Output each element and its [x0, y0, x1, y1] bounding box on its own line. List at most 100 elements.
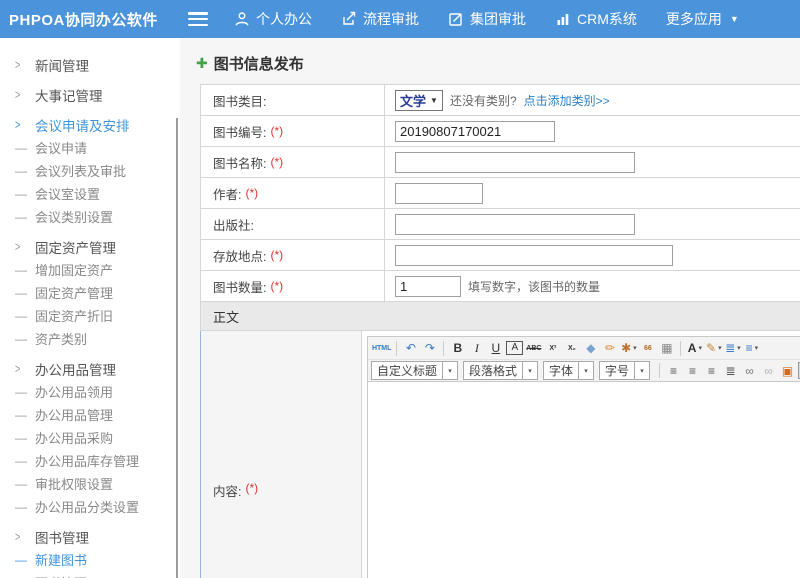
- unlink-icon[interactable]: ∞: [760, 362, 777, 379]
- blockquote-icon[interactable]: 66: [639, 340, 656, 357]
- subscript-icon[interactable]: X₂: [563, 340, 580, 357]
- form-text-input[interactable]: [395, 183, 483, 204]
- add-category-link[interactable]: 点击添加类别>>: [524, 92, 610, 109]
- sidebar-item[interactable]: —图书管理: [0, 571, 180, 578]
- caret-down-icon: ▾: [718, 345, 722, 352]
- unordered-list-icon[interactable]: ≡▾: [743, 340, 760, 357]
- nav-crm-system[interactable]: CRM系统: [555, 9, 637, 29]
- chevron-right-icon: >: [15, 529, 29, 544]
- font-box-icon[interactable]: A: [506, 341, 523, 355]
- sidebar-item[interactable]: —固定资产折旧: [0, 304, 180, 327]
- html-source-icon[interactable]: HTML: [372, 340, 391, 357]
- font-color-icon[interactable]: A▾: [686, 340, 703, 357]
- sidebar-item[interactable]: —办公用品分类设置: [0, 495, 180, 518]
- nav-group-approval[interactable]: 集团审批: [448, 9, 526, 29]
- paste-text-icon[interactable]: ▦: [658, 340, 675, 357]
- sidebar-item[interactable]: —资产类别: [0, 327, 180, 350]
- page-title: 图书信息发布: [214, 53, 304, 74]
- sidebar-item[interactable]: —会议室设置: [0, 182, 180, 205]
- sidebar-group[interactable]: >新闻管理: [0, 53, 180, 76]
- form-label: 出版社:: [201, 209, 385, 239]
- crm-chart-icon: [555, 11, 571, 27]
- dash-icon: —: [15, 431, 35, 445]
- italic-icon[interactable]: I: [468, 340, 485, 357]
- sidebar-group[interactable]: > 会议申请及安排: [0, 113, 180, 136]
- form-text-input[interactable]: [395, 214, 635, 235]
- form-text-input[interactable]: [395, 121, 555, 142]
- category-selected-value: 文学: [400, 91, 426, 110]
- sidebar-item-label: 图书管理: [35, 573, 87, 578]
- sidebar-item[interactable]: —会议类别设置: [0, 205, 180, 228]
- sidebar-item-label: 新建图书: [35, 550, 87, 569]
- underline-icon[interactable]: U: [487, 340, 504, 357]
- justify-icon[interactable]: ≣: [722, 362, 739, 379]
- form-text-input[interactable]: [395, 152, 635, 173]
- nav-more-apps[interactable]: 更多应用 ▼: [666, 9, 739, 29]
- category-select[interactable]: 文学 ▼: [395, 90, 443, 111]
- strikethrough-icon[interactable]: ABC: [525, 340, 542, 357]
- custom-heading-dropdown[interactable]: 自定义标题▾: [371, 361, 458, 380]
- image-icon[interactable]: ▣: [779, 362, 796, 379]
- align-center-icon[interactable]: ≡: [684, 362, 701, 379]
- sidebar-item[interactable]: —审批权限设置: [0, 472, 180, 495]
- sidebar-item[interactable]: —办公用品领用: [0, 380, 180, 403]
- redo-icon[interactable]: ↷: [421, 340, 438, 357]
- nav-personal-office[interactable]: 个人办公: [234, 9, 312, 29]
- align-left-icon[interactable]: ≡: [665, 362, 682, 379]
- sidebar-item-label: 固定资产管理: [35, 237, 116, 257]
- form-row: 图书编号:(*): [200, 116, 800, 147]
- align-right-icon[interactable]: ≡: [703, 362, 720, 379]
- sidebar-item[interactable]: —新建图书: [0, 548, 180, 571]
- undo-icon[interactable]: ↶: [402, 340, 419, 357]
- sidebar-item-label: 图书管理: [35, 527, 89, 547]
- dash-icon: —: [15, 263, 35, 277]
- format-brush-icon[interactable]: ✏: [601, 340, 618, 357]
- font-family-dropdown[interactable]: 字体▾: [543, 361, 594, 380]
- form-label: 图书类目:: [201, 85, 385, 115]
- form-label: 作者:(*): [201, 178, 385, 208]
- sidebar-scrollbar[interactable]: [176, 118, 178, 578]
- sidebar-group[interactable]: >大事记管理: [0, 83, 180, 106]
- eraser-icon[interactable]: ◆: [582, 340, 599, 357]
- main-content: ✚ 图书信息发布 图书类目: 文学 ▼ 还没有类别? 点击添加类别>>: [180, 38, 800, 578]
- person-icon: [234, 11, 250, 27]
- sidebar-item[interactable]: —增加固定资产: [0, 258, 180, 281]
- superscript-icon[interactable]: X²: [544, 340, 561, 357]
- sidebar-item[interactable]: —办公用品管理: [0, 403, 180, 426]
- form-label: 图书名称:(*): [201, 147, 385, 177]
- sidebar-group[interactable]: >办公用品管理: [0, 357, 180, 380]
- form-text-input[interactable]: [395, 276, 461, 297]
- book-form: 图书类目: 文学 ▼ 还没有类别? 点击添加类别>> 图书编号:(*)图书名称:…: [200, 84, 800, 578]
- sidebar-item[interactable]: —固定资产管理: [0, 281, 180, 304]
- editor-content-area[interactable]: [368, 381, 800, 578]
- page-header: ✚ 图书信息发布: [196, 53, 304, 74]
- sidebar-item[interactable]: —会议列表及审批: [0, 159, 180, 182]
- sidebar-group[interactable]: > 图书管理: [0, 525, 180, 548]
- form-row-content: 内容: (*) HTML↶↷BIUAABCX²X₂◆✏✱▾66▦A▾✎▾≣▾≡▾…: [200, 331, 800, 578]
- required-mark: (*): [270, 279, 283, 293]
- hamburger-menu-icon[interactable]: [188, 12, 208, 26]
- link-icon[interactable]: ∞: [741, 362, 758, 379]
- palette-icon[interactable]: ✱▾: [620, 340, 637, 357]
- form-text-input[interactable]: [395, 245, 673, 266]
- font-size-dropdown[interactable]: 字号▾: [599, 361, 650, 380]
- ordered-list-icon[interactable]: ≣▾: [724, 340, 741, 357]
- sidebar-item[interactable]: —办公用品库存管理: [0, 449, 180, 472]
- group-approval-icon: [448, 11, 464, 27]
- nav-label: 集团审批: [470, 9, 526, 29]
- highlight-icon[interactable]: ✎▾: [705, 340, 722, 357]
- sidebar-item-label: 固定资产管理: [35, 283, 113, 302]
- rich-text-editor: HTML↶↷BIUAABCX²X₂◆✏✱▾66▦A▾✎▾≣▾≡▾ 自定义标题▾段…: [367, 336, 800, 578]
- paragraph-format-dropdown[interactable]: 段落格式▾: [463, 361, 538, 380]
- caret-down-icon: ▾: [755, 345, 759, 352]
- sidebar-item-label: 会议申请及安排: [35, 115, 130, 135]
- sidebar-group[interactable]: >固定资产管理: [0, 235, 180, 258]
- nav-flow-approval[interactable]: 流程审批: [341, 9, 419, 29]
- chevron-right-icon: >: [15, 87, 29, 102]
- dash-icon: —: [15, 286, 35, 300]
- sidebar-item[interactable]: —办公用品采购: [0, 426, 180, 449]
- chevron-right-icon: >: [15, 117, 29, 132]
- bold-icon[interactable]: B: [449, 340, 466, 357]
- dash-icon: —: [15, 385, 35, 399]
- sidebar-item[interactable]: —会议申请: [0, 136, 180, 159]
